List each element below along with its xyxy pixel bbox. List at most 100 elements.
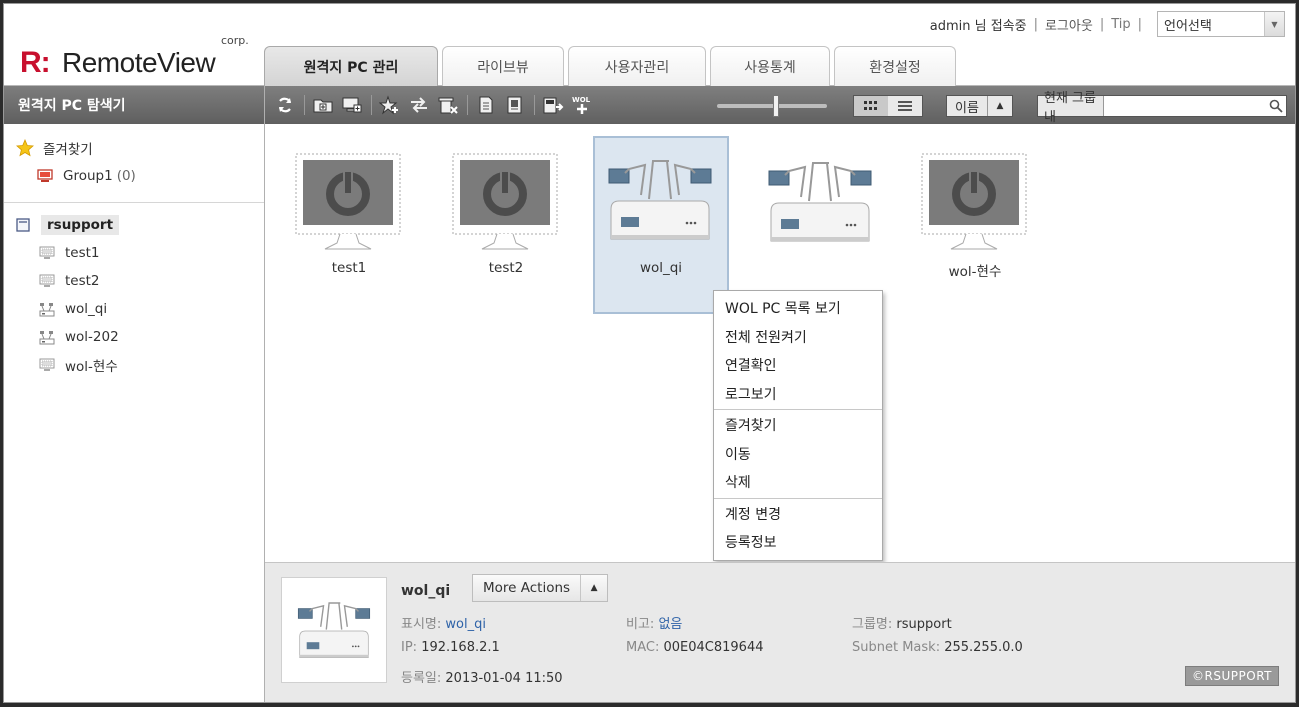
tree-root-label: rsupport [41, 215, 120, 235]
pc-icon [38, 244, 56, 262]
detail-ip: IP: 192.168.2.1 [401, 640, 500, 655]
tab-settings[interactable]: 환경설정 [834, 46, 956, 86]
toolbar-separator [467, 95, 468, 115]
pc-item-wol-202[interactable] [754, 138, 888, 314]
tab-remote-pc[interactable]: 원격지 PC 관리 [264, 46, 438, 86]
search-input[interactable] [1104, 96, 1267, 116]
sidebar-title: 원격지 PC 탐색기 [4, 86, 264, 124]
copyright-badge: ©RSUPPORT [1185, 666, 1279, 686]
field-value: wol_qi [445, 617, 486, 632]
more-actions-label: More Actions [473, 575, 582, 601]
add-favorite-icon[interactable] [378, 93, 402, 117]
language-select-value: 언어선택 [1164, 18, 1212, 34]
tree-item-wol-qi[interactable]: wol_qi [14, 295, 264, 323]
tree: rsupport test1 test2 wol_qi wol-202 wol-… [4, 203, 264, 379]
favorite-group-group1[interactable]: Group1 (0) [16, 162, 264, 190]
grid-view-icon[interactable] [854, 96, 888, 116]
document-icon[interactable] [474, 93, 498, 117]
tip-link[interactable]: Tip [1111, 17, 1130, 32]
menu-item-properties[interactable]: 등록정보 [714, 528, 882, 557]
menu-item-change-account[interactable]: 계정 변경 [714, 500, 882, 529]
detail-thumbnail [281, 577, 387, 683]
header: corp. R: RemoteView admin 님 접속중 | 로그아웃 |… [4, 4, 1295, 86]
menu-item-check-connection[interactable]: 연결확인 [714, 351, 882, 380]
wol-device-icon [768, 162, 872, 242]
export-icon[interactable] [541, 93, 565, 117]
language-select[interactable]: 언어선택 ▼ [1157, 11, 1285, 37]
toolbar-separator [304, 95, 305, 115]
detail-display-name: 표시명: wol_qi [401, 613, 486, 632]
more-actions-button[interactable]: More Actions ▲ [472, 574, 609, 602]
logo-mark: R: [20, 46, 51, 79]
tree-root-rsupport[interactable]: rsupport [14, 211, 264, 239]
detail-group: 그룹명: rsupport [852, 613, 952, 632]
menu-item-move[interactable]: 이동 [714, 440, 882, 469]
add-pc-icon[interactable] [340, 93, 364, 117]
refresh-icon[interactable] [273, 93, 297, 117]
detail-subnet: Subnet Mask: 255.255.0.0 [852, 640, 1023, 655]
pc-item-wol-hyunsu[interactable]: wol-현수 [908, 138, 1042, 314]
tab-liveview[interactable]: 라이브뷰 [442, 46, 564, 86]
chevron-down-icon: ▼ [1264, 12, 1284, 36]
add-group-icon[interactable] [311, 93, 335, 117]
tree-item-wol-hyunsu[interactable]: wol-현수 [14, 351, 264, 379]
sidebar: 원격지 PC 탐색기 즐겨찾기 Group1 (0) rsupport test… [4, 86, 265, 702]
detail-reg-date: 등록일: 2013-01-04 11:50 [401, 667, 563, 686]
tree-item-label: test1 [65, 245, 100, 261]
logo-name: RemoteView [62, 47, 216, 78]
separator: | [1033, 16, 1038, 32]
field-label: 등록일: [401, 671, 442, 686]
context-menu: WOL PC 목록 보기 전체 전원켜기 연결확인 로그보기 즐겨찾기 이동 삭… [713, 290, 883, 561]
sort-label: 이름 [947, 96, 988, 116]
pc-item-wol-qi[interactable]: wol_qi [593, 136, 729, 314]
separator: | [1099, 16, 1105, 32]
tree-item-label: wol-현수 [65, 359, 118, 375]
menu-item-favorite[interactable]: 즐겨찾기 [714, 411, 882, 440]
search-scope[interactable]: 현재 그룹내 [1038, 91, 1105, 125]
app-window: corp. R: RemoteView admin 님 접속중 | 로그아웃 |… [3, 3, 1296, 703]
folder-icon [14, 216, 32, 234]
list-view-icon[interactable] [888, 96, 922, 116]
properties-icon[interactable] [503, 93, 527, 117]
favorites-label: 즐겨찾기 [43, 142, 93, 158]
move-icon[interactable] [407, 93, 431, 117]
field-value: 255.255.0.0 [944, 640, 1023, 655]
star-icon [16, 139, 34, 157]
search-icon[interactable] [1266, 96, 1286, 116]
wol-add-icon[interactable]: WOL [570, 93, 594, 117]
field-label: IP: [401, 640, 418, 655]
detail-name: wol_qi [401, 583, 451, 599]
tree-item-test2[interactable]: test2 [14, 267, 264, 295]
zoom-slider[interactable] [717, 95, 827, 117]
user-status: admin 님 접속중 [929, 18, 1027, 34]
wol-device-icon [297, 602, 371, 658]
menu-divider [714, 497, 882, 499]
favorites-section: 즐겨찾기 Group1 (0) [4, 124, 264, 203]
field-value: 2013-01-04 11:50 [445, 671, 563, 686]
logout-link[interactable]: 로그아웃 [1045, 15, 1093, 34]
tab-user-management[interactable]: 사용자관리 [568, 46, 706, 86]
menu-item-wol-pc-list[interactable]: WOL PC 목록 보기 [714, 294, 882, 323]
sort-control[interactable]: 이름 ▲ [946, 95, 1013, 117]
pc-item-test2[interactable]: test2 [439, 138, 573, 314]
menu-divider [714, 409, 882, 410]
zoom-slider-handle[interactable] [773, 95, 779, 117]
main-panel: WOL 이름 ▲ 현재 그룹내 test1 test2 wol_qi wol-현… [265, 86, 1295, 702]
tab-statistics[interactable]: 사용통계 [710, 46, 830, 86]
tree-item-wol-202[interactable]: wol-202 [14, 323, 264, 351]
delete-icon[interactable] [436, 93, 460, 117]
pc-item-test1[interactable]: test1 [282, 138, 416, 314]
favorites-node[interactable]: 즐겨찾기 [16, 134, 264, 162]
tree-item-test1[interactable]: test1 [14, 239, 264, 267]
pc-power-off-icon [921, 153, 1027, 250]
pc-power-off-icon [452, 153, 558, 250]
menu-item-view-log[interactable]: 로그보기 [714, 380, 882, 409]
pc-power-off-icon [295, 153, 401, 250]
logo: corp. R: RemoteView [20, 32, 250, 79]
view-toggle [853, 95, 923, 117]
chevron-up-icon[interactable]: ▲ [581, 583, 607, 593]
tree-item-label: test2 [65, 273, 100, 289]
sort-ascending-icon[interactable]: ▲ [988, 96, 1012, 116]
menu-item-power-on-all[interactable]: 전체 전원켜기 [714, 323, 882, 352]
menu-item-delete[interactable]: 삭제 [714, 468, 882, 497]
